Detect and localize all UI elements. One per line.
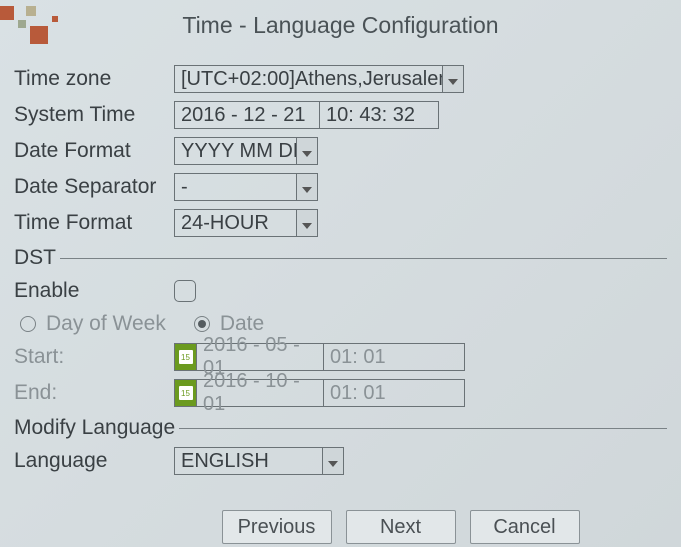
language-value: ENGLISH [174,447,322,475]
date-separator-select[interactable]: - [174,173,318,201]
dst-start-fields: 15 2016 - 05 - 01 01: 01 [174,343,465,371]
section-dst-label: DST [14,246,60,270]
date-format-value: YYYY MM DD [174,137,296,165]
time-format-value: 24-HOUR [174,209,296,237]
chevron-down-icon [448,68,458,91]
cancel-button[interactable]: Cancel [470,510,580,544]
dst-start-date[interactable]: 2016 - 05 - 01 [196,343,324,371]
chevron-down-icon [302,176,312,199]
row-dst-end: End: 15 2016 - 10 - 01 01: 01 [14,378,667,408]
next-button[interactable]: Next [346,510,456,544]
row-dst-start: Start: 15 2016 - 05 - 01 01: 01 [14,342,667,372]
previous-button[interactable]: Previous [222,510,332,544]
label-dst-enable: Enable [14,279,174,303]
radio-date[interactable] [194,316,210,332]
dst-enable-checkbox[interactable] [174,280,196,302]
dst-start-time[interactable]: 01: 01 [323,343,465,371]
row-date-separator: Date Separator - [14,172,667,202]
footer-buttons: Previous Next Cancel [14,510,667,544]
chevron-down-icon [302,140,312,163]
calendar-icon[interactable]: 15 [174,379,196,407]
chevron-down-icon [302,212,312,235]
dst-end-time[interactable]: 01: 01 [323,379,465,407]
section-language-label: Modify Language [14,416,179,440]
window-header: Time - Language Configuration [0,0,681,50]
system-time-input[interactable]: 10: 43: 32 [319,101,439,129]
section-dst: DST [14,246,667,270]
label-date-format: Date Format [14,139,174,163]
section-language: Modify Language [14,416,667,440]
row-time-format: Time Format 24-HOUR [14,208,667,238]
date-separator-dropdown-button[interactable] [296,173,318,201]
divider [179,428,667,429]
system-date-input[interactable]: 2016 - 12 - 21 [174,101,320,129]
row-dst-mode: Day of Week Date [20,312,667,336]
label-language: Language [14,449,174,473]
language-dropdown-button[interactable] [322,447,344,475]
divider [60,258,667,259]
window-title: Time - Language Configuration [60,12,681,39]
timezone-select[interactable]: [UTC+02:00]Athens,Jerusalem [174,65,464,93]
row-system-time: System Time 2016 - 12 - 21 10: 43: 32 [14,100,667,130]
radio-day-of-week[interactable] [20,316,36,332]
label-timezone: Time zone [14,67,174,91]
calendar-icon[interactable]: 15 [174,343,196,371]
row-date-format: Date Format YYYY MM DD [14,136,667,166]
label-date-separator: Date Separator [14,175,174,199]
row-timezone: Time zone [UTC+02:00]Athens,Jerusalem [14,64,667,94]
dst-end-fields: 15 2016 - 10 - 01 01: 01 [174,379,465,407]
date-separator-value: - [174,173,296,201]
chevron-down-icon [328,450,338,473]
time-format-select[interactable]: 24-HOUR [174,209,318,237]
label-system-time: System Time [14,103,174,127]
label-dst-start: Start: [14,345,174,369]
config-form: Time zone [UTC+02:00]Athens,Jerusalem Sy… [0,50,681,544]
label-time-format: Time Format [14,211,174,235]
system-time-fields: 2016 - 12 - 21 10: 43: 32 [174,101,439,129]
date-format-dropdown-button[interactable] [296,137,318,165]
radio-date-label: Date [220,312,264,336]
timezone-value: [UTC+02:00]Athens,Jerusalem [174,65,442,93]
language-select[interactable]: ENGLISH [174,447,344,475]
row-language: Language ENGLISH [14,446,667,476]
dst-end-date[interactable]: 2016 - 10 - 01 [196,379,324,407]
radio-day-of-week-label: Day of Week [46,312,166,336]
date-format-select[interactable]: YYYY MM DD [174,137,318,165]
label-dst-end: End: [14,381,174,405]
time-format-dropdown-button[interactable] [296,209,318,237]
timezone-dropdown-button[interactable] [442,65,464,93]
app-logo [0,6,60,44]
row-dst-enable: Enable [14,276,667,306]
